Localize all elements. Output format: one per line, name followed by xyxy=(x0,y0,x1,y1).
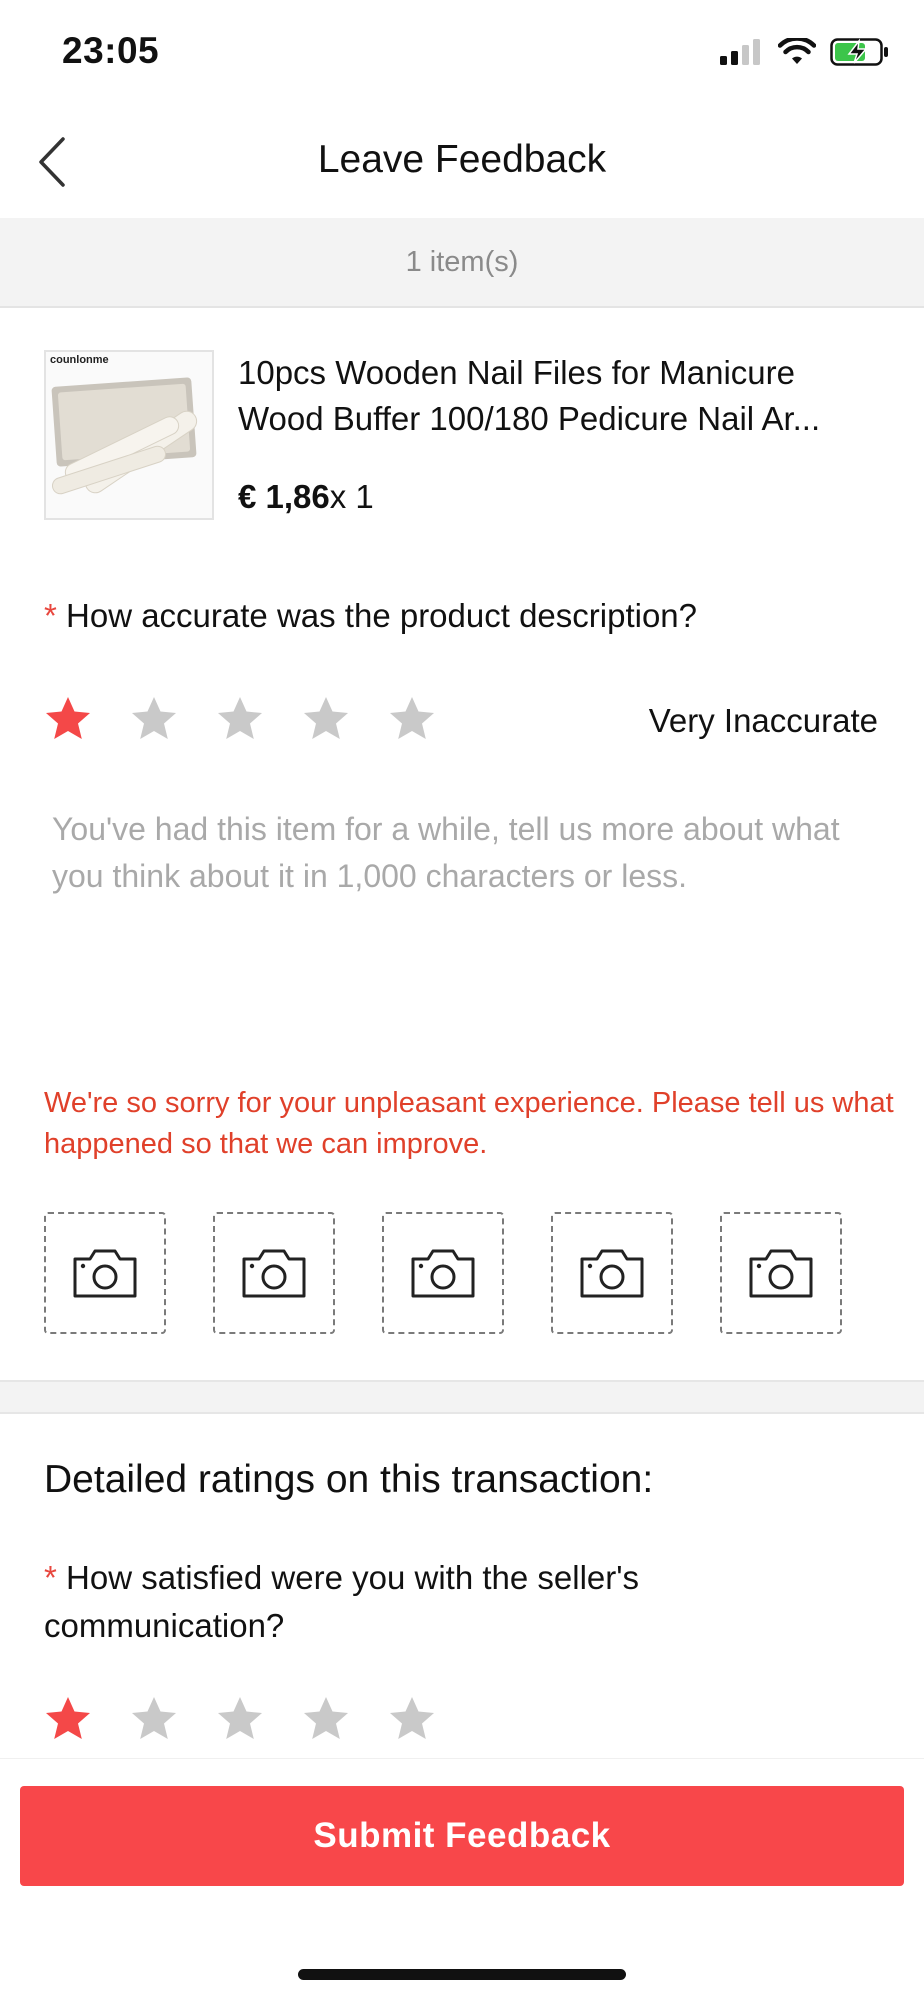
star-filled-icon[interactable] xyxy=(44,688,130,748)
status-time: 23:05 xyxy=(62,30,160,71)
star-empty-icon[interactable] xyxy=(130,1688,216,1748)
star-empty-icon[interactable] xyxy=(130,688,216,748)
required-marker: * xyxy=(44,1559,57,1596)
star-empty-icon[interactable] xyxy=(216,1688,302,1748)
add-photo-button[interactable] xyxy=(720,1212,842,1334)
add-photo-button[interactable] xyxy=(382,1212,504,1334)
page-title: Leave Feedback xyxy=(317,138,607,181)
accuracy-question-text: How accurate was the product description… xyxy=(66,597,698,634)
accuracy-question: * How accurate was the product descripti… xyxy=(44,592,884,640)
product-price-line: € 1,86x 1 xyxy=(238,478,374,516)
photo-upload-row xyxy=(44,1212,842,1334)
seller-communication-star-rating[interactable] xyxy=(44,1688,474,1748)
accuracy-rating-label: Very Inaccurate xyxy=(648,702,878,739)
review-textarea[interactable]: You've had this item for a while, tell u… xyxy=(52,806,872,900)
seller-communication-question-text: How satisfied were you with the seller's… xyxy=(44,1559,640,1644)
add-photo-button[interactable] xyxy=(551,1212,673,1334)
camera-icon xyxy=(73,1249,137,1298)
product-title[interactable]: 10pcs Wooden Nail Files for Manicure Woo… xyxy=(238,350,888,442)
star-empty-icon[interactable] xyxy=(302,1688,388,1748)
seller-communication-question: * How satisfied were you with the seller… xyxy=(44,1554,884,1650)
add-photo-button[interactable] xyxy=(44,1212,166,1334)
camera-icon xyxy=(242,1249,306,1298)
star-empty-icon[interactable] xyxy=(388,1688,474,1748)
camera-icon xyxy=(411,1249,475,1298)
detailed-ratings-heading: Detailed ratings on this transaction: xyxy=(44,1458,654,1501)
camera-icon xyxy=(580,1249,644,1298)
wifi-icon xyxy=(778,38,816,64)
star-empty-icon[interactable] xyxy=(302,688,388,748)
star-filled-icon[interactable] xyxy=(44,1688,130,1748)
camera-icon xyxy=(749,1249,813,1298)
cellular-signal-icon xyxy=(720,39,760,65)
section-divider xyxy=(0,1380,924,1414)
battery-charging-icon xyxy=(830,38,888,66)
star-empty-icon[interactable] xyxy=(388,688,474,748)
status-icons xyxy=(720,38,890,66)
product-quantity: x 1 xyxy=(329,478,374,515)
submit-feedback-button[interactable]: Submit Feedback xyxy=(20,1786,904,1886)
star-empty-icon[interactable] xyxy=(216,688,302,748)
nail-files-image xyxy=(51,377,198,495)
product-price: € 1,86 xyxy=(238,478,330,515)
product-thumbnail[interactable]: counlonme xyxy=(44,350,214,520)
unpleasant-experience-message: We're so sorry for your unpleasant exper… xyxy=(44,1087,894,1160)
accuracy-star-rating[interactable] xyxy=(44,688,474,748)
item-count-banner: 1 item(s) xyxy=(0,218,924,308)
item-count-label: 1 item(s) xyxy=(405,245,519,278)
required-marker: * xyxy=(44,597,57,634)
home-indicator xyxy=(298,1969,626,1980)
add-photo-button[interactable] xyxy=(213,1212,335,1334)
